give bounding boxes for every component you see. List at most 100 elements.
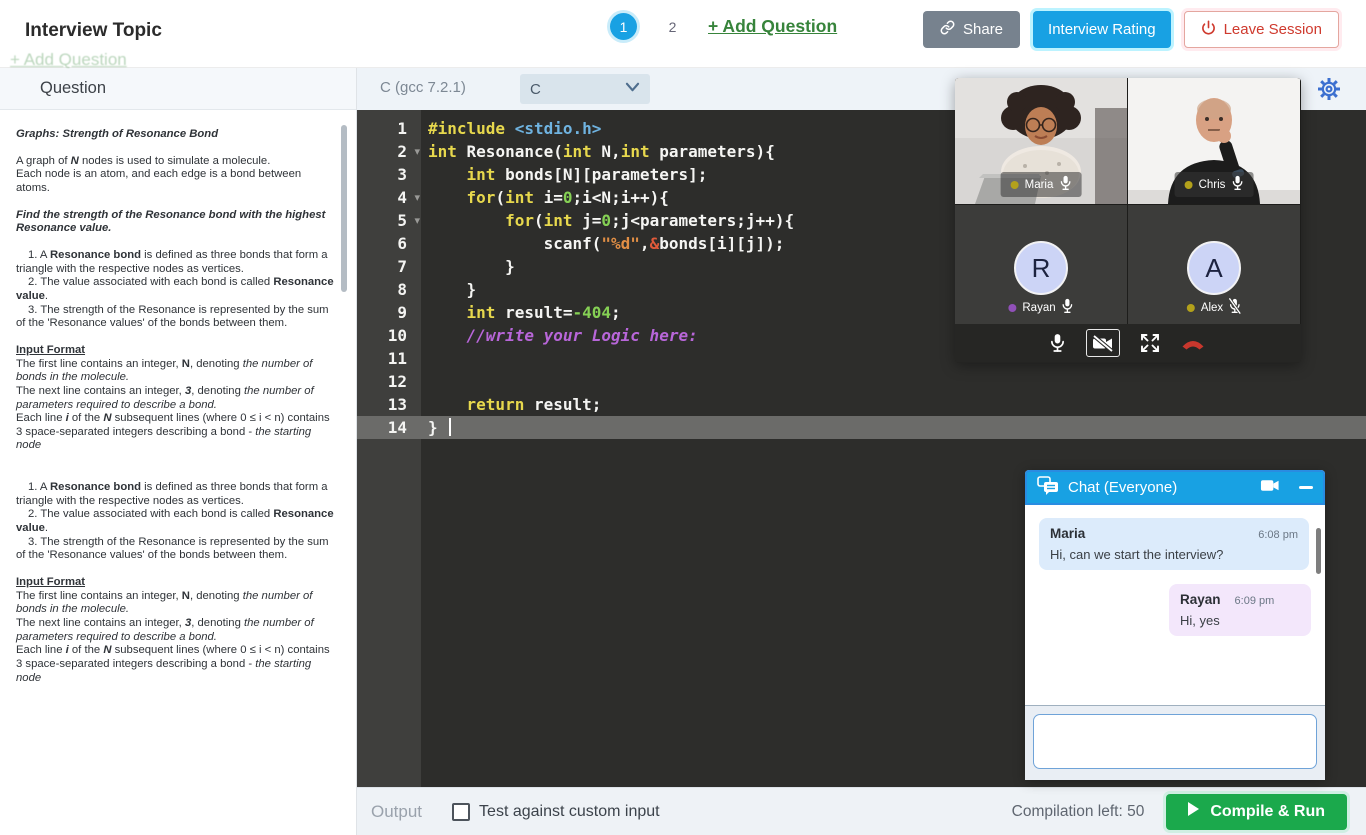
line-number: 10 <box>357 324 421 347</box>
line-number: 1 <box>357 117 421 140</box>
video-controls <box>955 324 1301 362</box>
code-line-text: return result; <box>421 393 601 416</box>
interview-rating-label: Interview Rating <box>1048 21 1156 38</box>
fullscreen-button[interactable] <box>1141 334 1159 352</box>
chat-video-icon[interactable] <box>1260 478 1280 498</box>
question-text-block: The next line contains an integer, 3, de… <box>16 617 338 644</box>
question-tabs: 12 + Add Question <box>610 13 837 40</box>
chat-sender: Rayan <box>1180 592 1221 607</box>
question-text-block: Each line i of the N subsequent lines (w… <box>16 644 338 685</box>
code-line-14[interactable]: 14} <box>357 416 1366 439</box>
question-text-block: 3. The strength of the Resonance is repr… <box>16 536 338 563</box>
share-label: Share <box>963 21 1003 38</box>
code-line-text: } <box>421 278 476 301</box>
code-line-text: } <box>421 416 451 439</box>
language-selected-value: C <box>530 81 541 98</box>
line-number: 2▾ <box>357 140 421 163</box>
video-call-panel: Maria Chris RRayan A Alex <box>955 78 1301 363</box>
share-button[interactable]: Share <box>923 11 1020 48</box>
chat-text: Hi, can we start the interview? <box>1050 547 1298 562</box>
participant-name: Rayan <box>1022 302 1055 314</box>
question-scrollbar[interactable] <box>341 125 347 292</box>
question-statement: Graphs: Strength of Resonance BondA grap… <box>0 110 356 833</box>
code-line-13[interactable]: 13 return result; <box>357 393 1366 416</box>
language-select[interactable]: C <box>520 74 650 104</box>
compile-run-label: Compile & Run <box>1210 803 1325 821</box>
question-text-block: Input Format <box>16 344 338 358</box>
code-fold-icon[interactable]: ▾ <box>414 209 420 232</box>
question-panel-header: Question <box>0 68 356 110</box>
mic-icon <box>1062 298 1074 317</box>
chat-bubbles-icon <box>1037 476 1059 500</box>
participant-name: Maria <box>1025 179 1054 191</box>
output-tab[interactable]: Output <box>371 802 422 822</box>
participant-label: Alex <box>1187 298 1241 317</box>
code-line-text: int bonds[N][parameters]; <box>421 163 707 186</box>
code-line-text: //write your Logic here: <box>421 324 698 347</box>
avatar: A <box>1187 241 1241 295</box>
code-line-text <box>421 347 428 370</box>
code-line-text: int result=-404; <box>421 301 621 324</box>
question-text-block: The first line contains an integer, N, d… <box>16 590 338 617</box>
link-icon <box>940 20 955 39</box>
settings-gear-icon[interactable] <box>1316 76 1342 102</box>
video-tile-rayan[interactable]: RRayan <box>955 205 1127 324</box>
question-text-block: The first line contains an integer, N, d… <box>16 358 338 385</box>
leave-session-button[interactable]: Leave Session <box>1184 11 1339 48</box>
line-number: 12 <box>357 370 421 393</box>
language-label: C (gcc 7.2.1) <box>380 79 466 96</box>
camera-off-button[interactable] <box>1086 329 1120 357</box>
question-text-block: 1. A Resonance bond is defined as three … <box>16 249 338 276</box>
question-panel: Question Graphs: Strength of Resonance B… <box>0 68 357 835</box>
question-tab-2[interactable]: 2 <box>659 13 686 40</box>
chat-input[interactable] <box>1033 714 1317 769</box>
page-title: Interview Topic <box>25 20 162 42</box>
participant-name: Alex <box>1201 302 1223 314</box>
participant-label: Chris <box>1175 172 1254 197</box>
custom-input-checkbox[interactable] <box>452 803 470 821</box>
line-number: 7 <box>357 255 421 278</box>
video-tile-chris[interactable]: Chris <box>1128 78 1300 204</box>
line-number: 14 <box>357 416 421 439</box>
line-number: 6 <box>357 232 421 255</box>
video-tile-maria[interactable]: Maria <box>955 78 1127 204</box>
line-number: 5▾ <box>357 209 421 232</box>
chat-messages: Maria6:08 pmHi, can we start the intervi… <box>1025 505 1325 705</box>
video-tile-alex[interactable]: A Alex <box>1128 205 1300 324</box>
line-number: 3 <box>357 163 421 186</box>
hangup-button[interactable] <box>1180 337 1206 350</box>
mic-toggle-button[interactable] <box>1050 333 1065 353</box>
question-text-block: Each line i of the N subsequent lines (w… <box>16 412 338 453</box>
custom-input-toggle[interactable]: Test against custom input <box>452 803 660 821</box>
ghost-add-question-artifact: + Add Question <box>10 50 127 70</box>
question-text-block: Find the strength of the Resonance bond … <box>16 209 338 236</box>
code-line-text: for(int j=0;j<parameters;j++){ <box>421 209 794 232</box>
question-text-block: The next line contains an integer, 3, de… <box>16 385 338 412</box>
interview-rating-button[interactable]: Interview Rating <box>1033 11 1171 48</box>
mic-icon <box>1059 175 1071 194</box>
line-number: 4▾ <box>357 186 421 209</box>
chat-text: Hi, yes <box>1180 613 1300 628</box>
chat-minimize-icon[interactable] <box>1299 486 1313 489</box>
presence-dot <box>1187 304 1195 312</box>
line-number: 13 <box>357 393 421 416</box>
custom-input-label: Test against custom input <box>479 803 660 821</box>
code-fold-icon[interactable]: ▾ <box>414 186 420 209</box>
code-line-text: int Resonance(int N,int parameters){ <box>421 140 775 163</box>
presence-dot <box>1011 181 1019 189</box>
question-tab-1[interactable]: 1 <box>610 13 637 40</box>
add-question-button[interactable]: + Add Question <box>708 16 837 37</box>
code-line-text: } <box>421 255 515 278</box>
interview-app: Interview Topic 12 + Add Question Share … <box>0 0 1366 835</box>
chevron-down-icon <box>625 80 640 98</box>
code-fold-icon[interactable]: ▾ <box>414 140 420 163</box>
chat-header: Chat (Everyone) <box>1025 470 1325 505</box>
chat-scrollbar[interactable] <box>1316 528 1321 574</box>
code-line-text: for(int i=0;i<N;i++){ <box>421 186 669 209</box>
text-cursor <box>449 418 451 436</box>
output-bar: Output Test against custom input Compila… <box>357 787 1366 835</box>
code-line-12[interactable]: 12 <box>357 370 1366 393</box>
header-actions: Share Interview Rating Leave Session <box>923 11 1339 48</box>
compile-run-button[interactable]: Compile & Run <box>1166 794 1347 830</box>
question-panel-title: Question <box>40 79 106 98</box>
